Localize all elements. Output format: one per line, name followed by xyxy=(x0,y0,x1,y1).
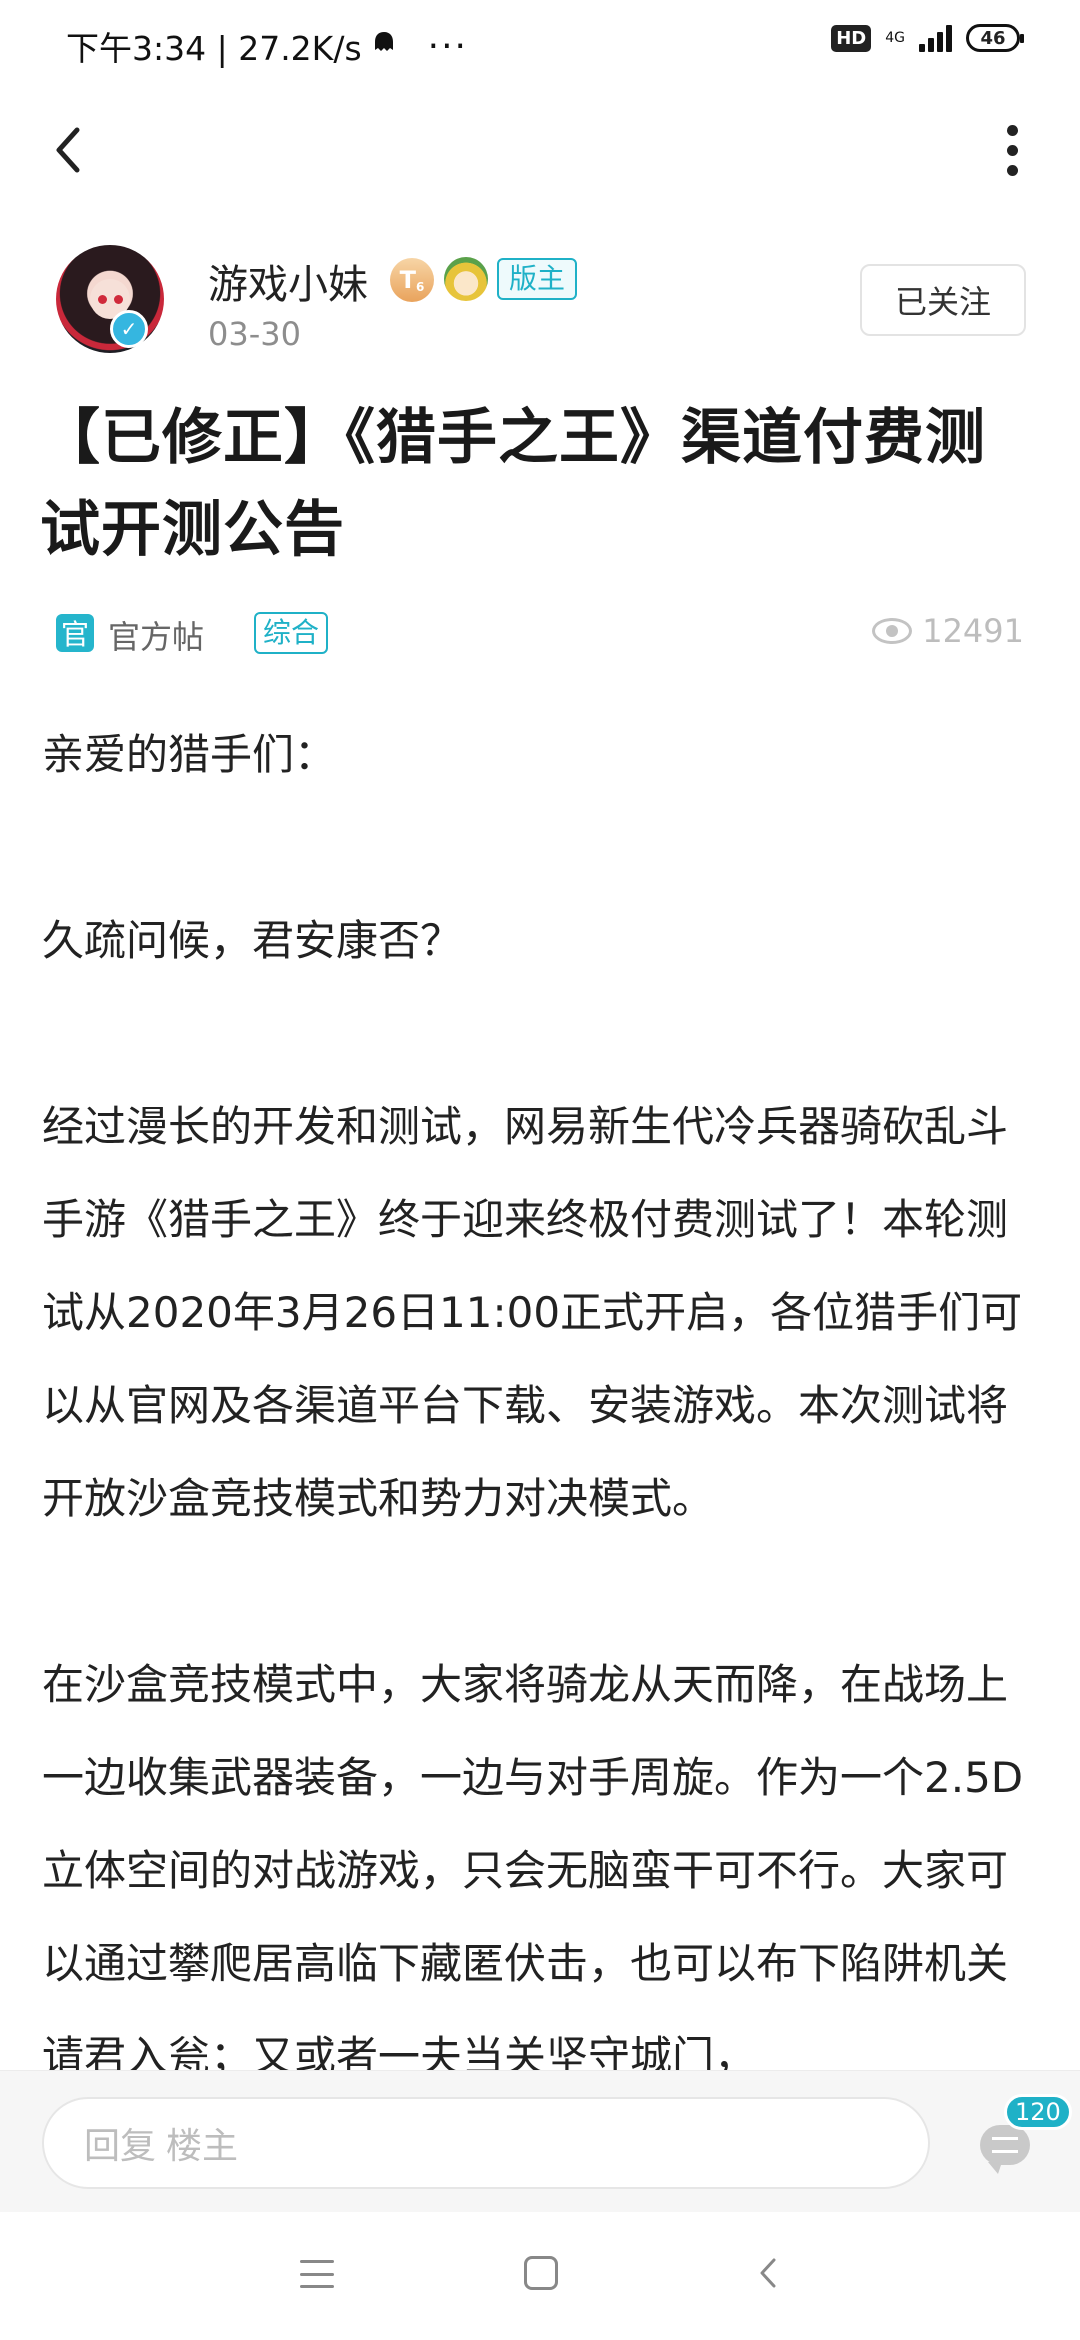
reply-input[interactable]: 回复 楼主 xyxy=(42,2097,930,2189)
status-time-speed: 下午3:34 | 27.2K/s xyxy=(66,29,362,68)
verified-icon: ✓ xyxy=(110,310,148,348)
body-blank-line xyxy=(42,987,1042,1080)
body-blank-line xyxy=(42,801,1042,894)
status-left: 下午3:34 | 27.2K/s ··· xyxy=(66,22,468,70)
recent-apps-button[interactable] xyxy=(300,2260,334,2288)
signal-icon xyxy=(919,24,952,52)
more-options-button[interactable] xyxy=(982,120,1042,180)
home-button[interactable] xyxy=(524,2256,558,2290)
more-dot-icon xyxy=(1006,164,1018,176)
more-dot-icon xyxy=(1006,144,1018,156)
status-right: HD 4G 46 xyxy=(831,24,1024,52)
reply-bar: 回复 楼主 xyxy=(0,2070,1080,2212)
battery-icon: 46 xyxy=(966,24,1024,52)
badge-avatar-icon xyxy=(444,257,488,301)
category-tag[interactable]: 综合 xyxy=(254,612,329,654)
author-name[interactable]: 游戏小妹 xyxy=(208,252,368,310)
official-icon: 官 xyxy=(56,614,94,652)
comment-count-badge: 120 xyxy=(1004,2094,1072,2130)
hd-icon: HD xyxy=(831,24,872,52)
body-paragraph: 经过漫长的开发和测试，网易新生代冷兵器骑砍乱斗手游《猎手之王》终于迎来终极付费测… xyxy=(42,1102,1023,1523)
system-back-button[interactable] xyxy=(752,2256,786,2290)
author-avatar[interactable] xyxy=(56,245,164,353)
moderator-tag: 版主 xyxy=(497,258,578,300)
back-button[interactable] xyxy=(38,120,98,180)
body-paragraph: 亲爱的猎手们： xyxy=(42,730,337,779)
body-paragraph: 久疏问候，君安康否？ xyxy=(42,916,463,965)
more-dot-icon xyxy=(1006,124,1018,136)
network-type: 4G xyxy=(885,30,905,46)
more-notifications-icon: ··· xyxy=(427,25,468,67)
top-nav-bar xyxy=(0,100,1080,200)
post-title: 【已修正】《猎手之王》渠道付费测试开测公告 xyxy=(40,403,986,565)
chevron-left-icon xyxy=(56,127,80,173)
level-badge-icon: T6 xyxy=(390,258,434,302)
body-blank-line xyxy=(42,1545,1042,1638)
eye-icon xyxy=(872,618,913,644)
follow-button[interactable]: 已关注 xyxy=(860,264,1026,336)
post-body: 亲爱的猎手们： 久疏问候，君安康否？ 经过漫长的开发和测试，网易新生代冷兵器骑砍… xyxy=(42,708,1042,2070)
notification-icon xyxy=(372,30,396,63)
view-count: 12491 xyxy=(872,612,1024,650)
post-date: 03-30 xyxy=(208,315,301,353)
body-paragraph: 在沙盒竞技模式中，大家将骑龙从天而降，在战场上一边收集武器装备，一边与对手周旋。… xyxy=(42,1660,1024,2070)
system-navigation-bar xyxy=(0,2212,1080,2340)
view-count-value: 12491 xyxy=(922,612,1024,650)
status-bar: 下午3:34 | 27.2K/s ··· HD 4G 46 xyxy=(0,0,1080,88)
back-triangle-icon xyxy=(760,2258,776,2288)
official-post-label: 官方帖 xyxy=(108,618,205,656)
